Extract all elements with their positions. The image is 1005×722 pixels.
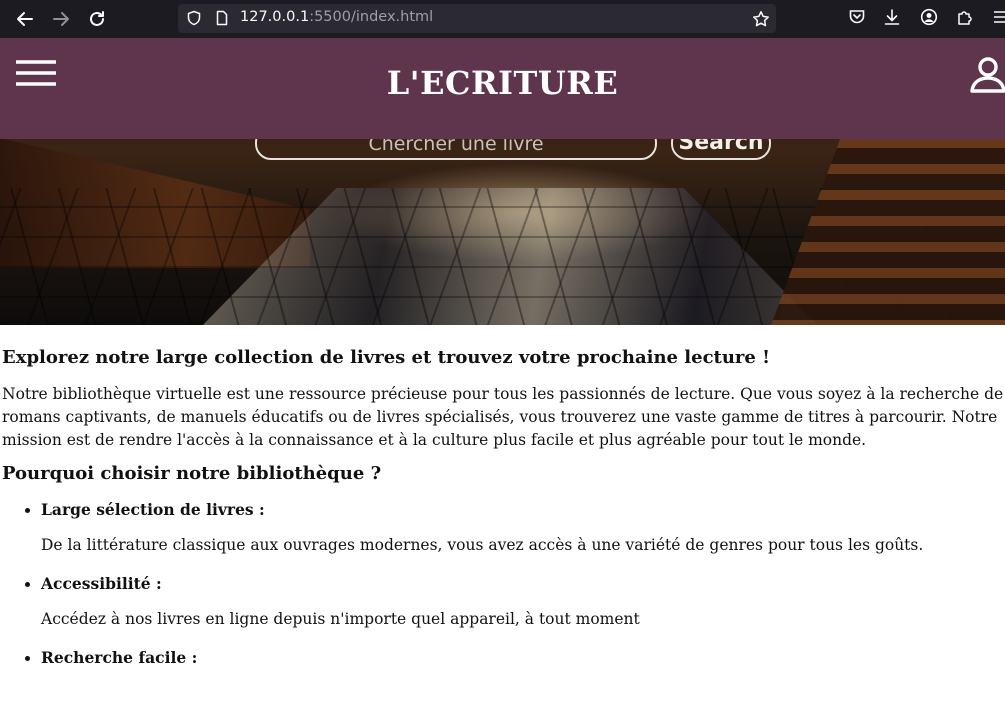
feature-description: Accédez à nos livres en ligne depuis n'i…: [41, 610, 640, 628]
pocket-icon[interactable]: [848, 8, 866, 26]
url-host: 127.0.0.1: [240, 9, 310, 25]
why-heading: Pourquoi choisir notre bibliothèque ?: [2, 463, 382, 484]
feature-title: Accessibilité :: [41, 574, 162, 593]
extensions-icon[interactable]: [956, 8, 974, 26]
section-heading: Explorez notre large collection de livre…: [2, 347, 771, 368]
address-bar[interactable]: 127.0.0.1:5500/index.html: [178, 4, 776, 33]
list-item: Recherche facile :: [41, 641, 1005, 675]
star-icon[interactable]: [752, 10, 770, 28]
feature-title: Large sélection de livres :: [41, 500, 265, 519]
feature-description: De la littérature classique aux ouvrages…: [41, 536, 924, 554]
reload-icon[interactable]: [85, 7, 109, 31]
site-header: L'ECRITURE: [0, 38, 1005, 139]
browser-toolbar: 127.0.0.1:5500/index.html: [0, 0, 1005, 38]
back-arrow-icon[interactable]: [13, 7, 37, 31]
feature-title: Recherche facile :: [41, 648, 198, 667]
url-path: :5500/index.html: [309, 9, 434, 25]
feature-list: Large sélection de livres : De la littér…: [2, 493, 1005, 675]
intro-paragraph: Notre bibliothèque virtuelle est une res…: [2, 385, 1004, 449]
main-content: Explorez notre large collection de livre…: [2, 345, 1005, 675]
site-title: L'ECRITURE: [386, 64, 619, 102]
download-icon[interactable]: [883, 8, 901, 26]
menu-icon[interactable]: [992, 8, 1005, 26]
forward-arrow-icon[interactable]: [49, 7, 73, 31]
account-icon[interactable]: [920, 8, 938, 26]
list-item: Large sélection de livres : De la littér…: [41, 493, 1005, 557]
page-icon[interactable]: [214, 10, 230, 26]
url-text[interactable]: 127.0.0.1:5500/index.html: [240, 9, 433, 25]
user-icon[interactable]: [970, 55, 1005, 95]
list-item: Accessibilité : Accédez à nos livres en …: [41, 567, 1005, 631]
shield-icon[interactable]: [186, 10, 202, 26]
